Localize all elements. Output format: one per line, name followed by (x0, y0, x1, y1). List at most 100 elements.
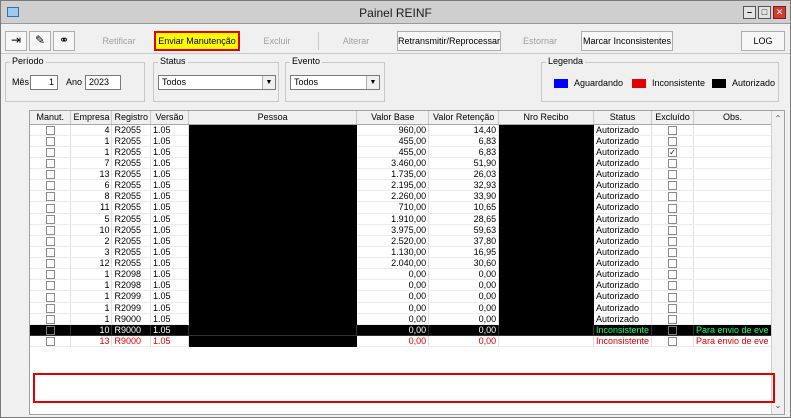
col-pessoa[interactable]: Pessoa (188, 111, 358, 125)
alterar-button[interactable]: Alterar (323, 31, 389, 51)
excluido-checkbox[interactable] (667, 314, 677, 324)
excluido-checkbox[interactable] (667, 303, 677, 313)
log-button[interactable]: LOG (741, 31, 785, 51)
table-row[interactable]: 10 R9000 1.05 0,00 0,00 Inconsistente Para env… (30, 324, 784, 336)
manut-checkbox[interactable] (45, 225, 55, 235)
manut-checkbox[interactable] (45, 303, 55, 313)
excluido-checkbox[interactable] (667, 159, 677, 168)
col-empresa[interactable]: Empresa (70, 111, 113, 125)
excluido-checkbox[interactable] (667, 125, 677, 135)
col-excluido[interactable]: Excluído (651, 111, 694, 125)
excluido-cell (651, 302, 694, 314)
table-row[interactable]: 8 R2055 1.05 2.260,00 33,90 Autorizado (30, 190, 784, 203)
col-status[interactable]: Status (593, 111, 652, 125)
manut-checkbox[interactable] (45, 292, 55, 301)
evento-select[interactable]: Todos ▼ (290, 75, 380, 90)
enviar-manutencao-button[interactable]: Enviar Manutenção (154, 31, 240, 51)
excluido-checkbox[interactable] (667, 225, 677, 235)
mes-input[interactable]: 1 (30, 75, 58, 90)
binoculars-icon[interactable]: ⚭ (53, 31, 75, 51)
excluido-cell (651, 324, 694, 336)
table-row[interactable]: 1 R2099 1.05 0,00 0,00 Autorizado (30, 290, 784, 303)
table-row[interactable]: 11 R2055 1.05 710,00 10,65 Autorizado (30, 201, 784, 214)
registro-cell: R2055 (111, 157, 151, 170)
table-row[interactable]: 6 R2055 1.05 2.195,00 32,93 Autorizado (30, 179, 784, 192)
scroll-up-icon[interactable]: ⌃ (772, 113, 784, 125)
excluido-checkbox[interactable] (667, 325, 677, 335)
table-row[interactable]: 1 R9000 1.05 0,00 0,00 Autorizado (30, 313, 784, 325)
manut-checkbox[interactable] (45, 214, 55, 224)
maximize-icon[interactable]: □ (758, 6, 771, 19)
estornar-button[interactable]: Estornar (507, 31, 573, 51)
table-row[interactable]: 13 R2055 1.05 1.735,00 26,03 Autorizado (30, 168, 784, 181)
table-row[interactable]: 10 R2055 1.05 3.975,00 59,63 Autorizado (30, 224, 784, 236)
excluido-checkbox[interactable] (667, 192, 677, 201)
ano-input[interactable]: 2023 (85, 75, 121, 90)
manut-checkbox[interactable] (45, 136, 55, 146)
manut-checkbox[interactable] (45, 259, 55, 268)
excluido-checkbox[interactable] (667, 292, 677, 301)
table-row[interactable]: 3 R2055 1.05 1.130,00 16,95 Autorizado (30, 246, 784, 259)
close-icon[interactable]: ✕ (773, 6, 786, 19)
manut-checkbox[interactable] (45, 337, 55, 346)
manut-checkbox[interactable] (45, 181, 55, 190)
manut-checkbox[interactable] (45, 192, 55, 201)
col-registro[interactable]: Registro (111, 111, 151, 125)
excluido-checkbox[interactable] (667, 270, 677, 279)
excluir-button[interactable]: Excluir (244, 31, 310, 51)
table-row[interactable]: 4 R2055 1.05 960,00 14,40 Autorizado (30, 124, 784, 136)
marcar-inconsistentes-button[interactable]: Marcar Inconsistentes (581, 31, 673, 51)
col-valor-retencao[interactable]: Valor Retenção (428, 111, 500, 125)
retransmitir-button[interactable]: Retransmitir/Reprocessar (397, 31, 501, 51)
vertical-scrollbar[interactable]: ⌃ ⌄ (771, 111, 784, 414)
manut-checkbox[interactable] (45, 314, 55, 324)
table-row[interactable]: 1 R2055 1.05 455,00 6,83 Autorizado ✓ (30, 146, 784, 158)
manut-checkbox[interactable] (45, 159, 55, 168)
table-row[interactable]: 2 R2055 1.05 2.520,00 37,80 Autorizado (30, 235, 784, 247)
col-valor-base[interactable]: Valor Base (356, 111, 430, 125)
minimize-icon[interactable]: – (743, 6, 756, 19)
excluido-checkbox[interactable] (667, 236, 677, 246)
manut-checkbox[interactable] (45, 236, 55, 246)
excluido-checkbox[interactable]: ✓ (667, 147, 677, 157)
table-row[interactable]: 5 R2055 1.05 1.910,00 28,65 Autorizado (30, 213, 784, 225)
retificar-button[interactable]: Retificar (89, 31, 149, 51)
excluido-checkbox[interactable] (667, 259, 677, 268)
manut-checkbox[interactable] (45, 325, 55, 335)
manut-checkbox[interactable] (45, 281, 55, 290)
excluido-checkbox[interactable] (667, 248, 677, 257)
excluido-checkbox[interactable] (667, 337, 677, 346)
col-manut[interactable]: Manut. (30, 111, 72, 125)
excluido-checkbox[interactable] (667, 170, 677, 179)
excluido-checkbox[interactable] (667, 181, 677, 190)
table-row[interactable]: 1 R2098 1.05 0,00 0,00 Autorizado (30, 268, 784, 281)
col-nro-recibo[interactable]: Nro Recibo (498, 111, 594, 125)
empresa-cell: 10 (70, 224, 113, 236)
manut-checkbox[interactable] (45, 170, 55, 179)
manut-checkbox[interactable] (45, 125, 55, 135)
excluido-checkbox[interactable] (667, 281, 677, 290)
manut-cell (30, 179, 72, 192)
excluido-checkbox[interactable] (667, 214, 677, 224)
chevron-down-icon[interactable]: ▼ (262, 76, 275, 89)
table-row[interactable]: 12 R2055 1.05 2.040,00 30,60 Autorizado (30, 257, 784, 270)
chevron-down-icon[interactable]: ▼ (366, 76, 379, 89)
table-row[interactable]: 1 R2099 1.05 0,00 0,00 Autorizado (30, 302, 784, 314)
col-versao[interactable]: Versão (150, 111, 189, 125)
manut-checkbox[interactable] (45, 147, 55, 157)
events-grid[interactable]: Manut. Empresa Registro Versão Pessoa Va… (29, 110, 785, 415)
status-select[interactable]: Todos ▼ (158, 75, 276, 90)
table-row[interactable]: 13 R9000 1.05 0,00 0,00 Inconsistente Para env… (30, 335, 784, 348)
table-row[interactable]: 1 R2055 1.05 455,00 6,83 Autorizado (30, 135, 784, 147)
valor-base-cell: 0,00 (356, 268, 430, 281)
manut-checkbox[interactable] (45, 270, 55, 279)
manut-checkbox[interactable] (45, 203, 55, 212)
manut-checkbox[interactable] (45, 248, 55, 257)
excluido-checkbox[interactable] (667, 203, 677, 212)
eraser-icon[interactable]: ✎ (29, 31, 51, 51)
excluido-checkbox[interactable] (667, 136, 677, 146)
exit-door-icon[interactable]: ⇥ (5, 31, 27, 51)
col-obs[interactable]: Obs. (693, 111, 772, 125)
table-row[interactable]: 1 R2098 1.05 0,00 0,00 Autorizado (30, 279, 784, 292)
table-row[interactable]: 7 R2055 1.05 3.460,00 51,90 Autorizado (30, 157, 784, 170)
